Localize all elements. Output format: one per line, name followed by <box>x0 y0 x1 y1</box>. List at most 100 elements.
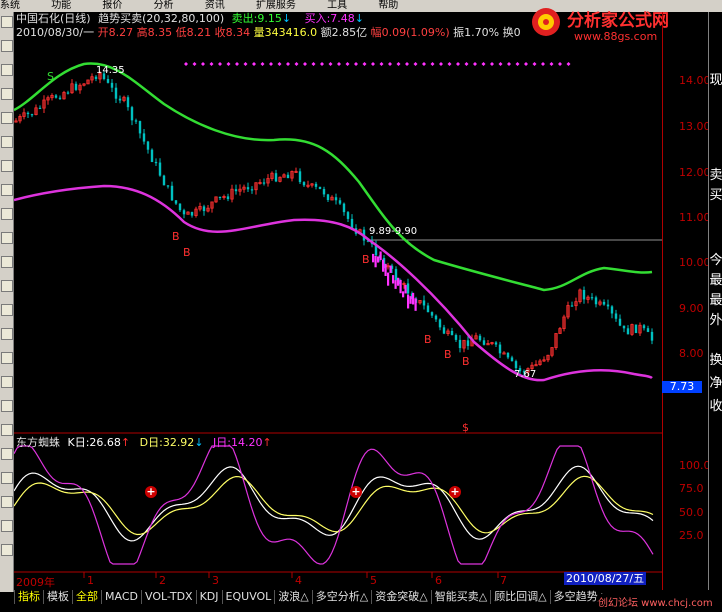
diamond-marker <box>464 62 469 66</box>
tab-wave[interactable]: 波浪△ <box>274 590 311 604</box>
candle-body <box>118 98 122 101</box>
menu-item[interactable]: 功能 <box>51 0 71 12</box>
tool-icon[interactable] <box>1 472 13 484</box>
tab-macd[interactable]: MACD <box>101 590 141 604</box>
tab-equvol[interactable]: EQUVOL <box>221 590 275 604</box>
date-tick: 3 <box>212 574 219 587</box>
tool-icon[interactable] <box>1 280 13 292</box>
d-line <box>14 475 654 536</box>
candle-body <box>614 313 618 319</box>
tool-icon[interactable] <box>1 376 13 388</box>
candle-body <box>334 197 338 201</box>
diamond-marker <box>507 62 511 66</box>
tool-icon[interactable] <box>1 400 13 412</box>
tool-icon[interactable] <box>1 136 13 148</box>
logo-url[interactable]: www.88gs.com <box>574 30 657 43</box>
diamond-marker <box>515 62 520 66</box>
menu-item[interactable]: 工具 <box>327 0 347 12</box>
tab-fund-breakout[interactable]: 资金突破△ <box>371 590 430 604</box>
tool-icon[interactable] <box>1 88 13 100</box>
tool-icon[interactable] <box>1 112 13 124</box>
chart-header-row1: 中国石化(日线) 趋势买卖(20,32,80,100) 卖出:9.15↓ 买入:… <box>16 12 364 25</box>
tab-template[interactable]: 模板 <box>43 590 72 604</box>
diamond-markers <box>184 62 571 66</box>
pink-bar <box>387 272 390 286</box>
tool-icon[interactable] <box>1 424 13 436</box>
pink-bar <box>382 259 385 272</box>
tool-icon[interactable] <box>1 40 13 52</box>
candle-body <box>510 357 514 362</box>
amplitude-value: 振1.70% <box>453 26 500 39</box>
tool-icon[interactable] <box>1 304 13 316</box>
up-arrow-icon: ↑ <box>120 436 131 449</box>
tool-icon[interactable] <box>1 16 13 28</box>
diamond-marker <box>286 62 290 66</box>
tool-icon[interactable] <box>1 256 13 268</box>
menu-item[interactable]: 系统 <box>0 0 20 12</box>
pink-bar <box>407 294 410 309</box>
tool-icon[interactable] <box>1 208 13 220</box>
diamond-marker <box>269 62 273 66</box>
high-annotation: 14.35 <box>96 65 125 76</box>
buy-marker: B <box>462 355 470 368</box>
tool-icon[interactable] <box>1 64 13 76</box>
tab-smart-trade[interactable]: 智能买卖△ <box>430 590 490 604</box>
cursor-date: 2010/08/27/五 <box>564 572 647 585</box>
diamond-marker <box>490 62 494 66</box>
candle-body <box>158 162 162 176</box>
tab-vol-tdx[interactable]: VOL-TDX <box>140 590 196 604</box>
diamond-marker <box>498 62 503 66</box>
tool-icon[interactable] <box>1 328 13 340</box>
pink-bar <box>392 275 395 284</box>
diamond-marker <box>243 62 248 66</box>
diamond-marker <box>413 62 418 66</box>
candle-body <box>602 301 606 305</box>
tool-icon[interactable] <box>1 232 13 244</box>
high-value: 高8.35 <box>136 26 173 39</box>
tab-kdj[interactable]: KDJ <box>195 590 222 604</box>
menu-item[interactable]: 扩展服务 <box>256 0 296 12</box>
candle-body <box>426 305 430 313</box>
candle-body <box>650 331 654 341</box>
tool-icon[interactable] <box>1 544 13 556</box>
tab-bull-bear[interactable]: 多空分析△ <box>311 590 371 604</box>
panel-label: 买 <box>709 188 722 203</box>
tab-guppy[interactable]: 顾比回调△ <box>490 590 549 604</box>
tab-indicator[interactable]: 指标 <box>14 590 43 604</box>
menu-item[interactable]: 帮助 <box>378 0 398 12</box>
candle-body <box>450 331 454 336</box>
candle-body <box>338 200 342 204</box>
diamond-marker <box>192 62 197 66</box>
tool-icon[interactable] <box>1 448 13 460</box>
candle-body <box>422 300 426 306</box>
menu-item[interactable]: 分析 <box>154 0 174 12</box>
menu-item[interactable]: 报价 <box>102 0 122 12</box>
candle-body <box>646 328 650 332</box>
menu-item[interactable]: 资讯 <box>205 0 225 12</box>
pink-bar <box>374 255 377 268</box>
tab-all[interactable]: 全部 <box>72 590 101 604</box>
candle-body <box>170 185 174 201</box>
date-tick: 1 <box>87 574 94 587</box>
candle-body <box>166 185 170 187</box>
tool-icon[interactable] <box>1 184 13 196</box>
candle-body <box>498 344 502 354</box>
tool-icon[interactable] <box>1 352 13 364</box>
tool-icon[interactable] <box>1 160 13 172</box>
tool-icon[interactable] <box>1 496 13 508</box>
pink-bar <box>377 256 380 263</box>
diamond-marker <box>566 62 571 66</box>
diamond-marker <box>354 62 358 66</box>
plus-signal-icon: + <box>449 485 461 498</box>
pink-bar <box>414 298 417 311</box>
candle-body <box>58 97 62 99</box>
candle-body <box>146 141 150 150</box>
pink-bar <box>399 279 402 294</box>
candle-body <box>618 318 622 326</box>
chart-area[interactable] <box>14 12 662 592</box>
watermark: 创幻论坛 www.chcj.com <box>598 594 713 609</box>
volume-value: 量343416.0 <box>253 26 318 39</box>
candle-body <box>150 149 154 162</box>
tool-icon[interactable] <box>1 520 13 532</box>
candle-body <box>466 340 470 346</box>
